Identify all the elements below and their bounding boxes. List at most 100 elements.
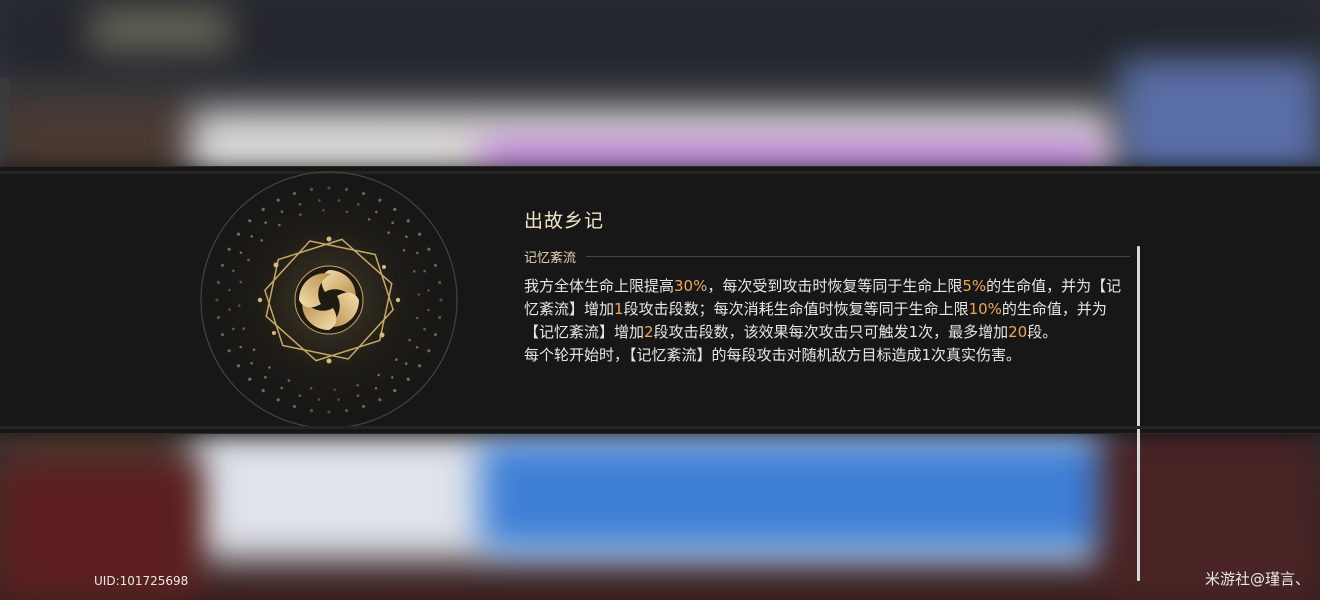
decorative-dot <box>333 388 336 392</box>
decorative-dot <box>248 219 252 223</box>
decorative-dot <box>239 280 243 284</box>
decorative-dot <box>415 346 419 349</box>
decorative-dot <box>423 327 426 331</box>
decorative-dot <box>309 386 313 390</box>
decorative-dot <box>439 298 443 302</box>
highlight-value: 10% <box>968 300 1002 318</box>
decorative-dot <box>367 218 371 221</box>
decorative-dot <box>242 327 245 330</box>
decorative-dot <box>404 362 408 365</box>
decorative-dot <box>287 379 291 382</box>
decorative-dot <box>239 251 243 254</box>
description-text: 我方全体生命上限提高 <box>524 277 675 295</box>
decorative-dot <box>292 191 296 196</box>
decorative-dot <box>317 398 321 401</box>
decorative-dot <box>377 373 380 377</box>
description-scroll-thumb[interactable] <box>1137 246 1140 414</box>
decorative-dot <box>433 333 438 337</box>
highlight-value: 1 <box>614 300 624 318</box>
decorative-dot <box>228 308 231 311</box>
decorative-dot <box>252 348 256 351</box>
decorative-dot <box>345 210 349 214</box>
decorative-dot <box>427 308 430 312</box>
decorative-dot <box>402 249 406 252</box>
decorative-dot <box>378 398 382 402</box>
decorative-dot <box>391 221 394 225</box>
blessing-subtitle: 记忆紊流 <box>524 250 577 266</box>
decorative-dot <box>362 404 366 409</box>
decorative-dot <box>356 203 360 206</box>
description-paragraph: 每个轮开始时，【记忆紊流】的每段攻击对随机敌方目标造成1次真实伤害。 <box>524 344 1134 367</box>
decorative-dot <box>276 198 280 202</box>
decorative-dot <box>280 210 284 213</box>
decorative-dot <box>309 409 314 413</box>
decorative-dot <box>438 315 442 320</box>
decorative-dot <box>415 316 419 320</box>
decorative-dot <box>395 358 398 361</box>
decorative-dot <box>280 386 283 390</box>
decorative-dot <box>278 223 281 227</box>
decorative-dot <box>408 338 411 342</box>
decorative-dot <box>260 239 263 242</box>
decorative-dot <box>292 404 296 409</box>
decorative-dot <box>227 247 231 251</box>
decorative-dot <box>427 289 430 292</box>
decorative-dot <box>299 213 302 216</box>
subtitle-divider <box>586 255 1130 257</box>
decorative-dot <box>236 232 240 236</box>
swirl-emblem-icon <box>199 170 459 430</box>
highlight-value: 2 <box>644 323 654 341</box>
highlight-value: 5% <box>962 277 987 295</box>
decorative-dot <box>362 191 366 196</box>
decorative-dot <box>220 263 225 267</box>
decorative-dot <box>418 232 422 236</box>
description-text: 段攻击段数，该效果每次攻击只可触发1次，最多增加 <box>653 323 1009 341</box>
decorative-dot <box>261 207 265 211</box>
decorative-dot <box>416 251 419 255</box>
decorative-dot <box>268 366 271 369</box>
decorative-dot <box>232 327 235 331</box>
watermark-text: 米游社@瑾言、 <box>1204 570 1310 588</box>
subtitle-row: 记忆紊流 <box>524 246 1130 266</box>
decorative-dot <box>337 398 340 401</box>
decorative-dot <box>393 207 397 211</box>
decorative-dot <box>375 210 378 214</box>
blessing-title: 出故乡记 <box>524 210 605 232</box>
description-text: 段攻击段数；每次消耗生命值时恢复等同于生命上限 <box>623 300 969 318</box>
decorative-dot <box>220 333 225 337</box>
decorative-dot <box>423 269 426 273</box>
decorative-dot <box>247 258 250 262</box>
decorative-dot <box>427 247 431 251</box>
decorative-dot <box>298 203 302 206</box>
decorative-dot <box>276 398 280 402</box>
decorative-dot <box>236 364 240 368</box>
decorative-dot <box>413 270 416 273</box>
decorative-dot <box>250 362 253 365</box>
decorative-dot <box>356 394 360 397</box>
decorative-dot <box>405 235 408 238</box>
highlight-value: 20 <box>1008 323 1028 341</box>
decorative-dot <box>427 349 431 353</box>
decorative-dot <box>438 280 442 285</box>
decorative-dot <box>261 389 265 393</box>
decorative-dot <box>216 315 220 320</box>
decorative-dot <box>327 186 331 190</box>
decorative-dot <box>374 387 378 390</box>
decorative-dot <box>406 377 410 381</box>
decorative-dot <box>250 235 254 238</box>
decorative-dot <box>337 199 341 202</box>
decorative-dot <box>406 219 410 223</box>
decorative-dot <box>232 269 235 273</box>
decorative-dot <box>239 345 242 349</box>
description-text: 段。 <box>1027 323 1058 341</box>
decorative-dot <box>433 263 438 267</box>
decorative-dot <box>215 298 219 302</box>
game-screen: 出故乡记 记忆紊流 我方全体生命上限提高30%，每次受到攻击时恢复等同于生命上限… <box>0 0 1320 600</box>
decorative-dot <box>228 288 231 292</box>
decorative-dot <box>393 389 397 393</box>
decorative-dot <box>248 377 252 381</box>
decorative-dot <box>322 208 325 212</box>
decorative-dot <box>327 410 331 414</box>
decorative-dot <box>264 375 267 379</box>
description-scrollbar[interactable] <box>1137 413 1140 581</box>
